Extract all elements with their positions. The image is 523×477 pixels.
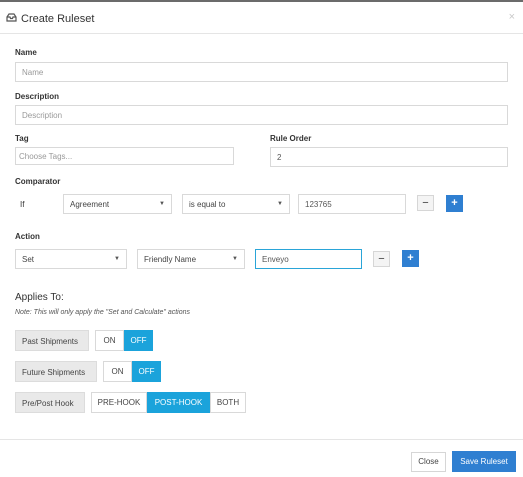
past-shipments-label: Past Shipments bbox=[15, 330, 89, 351]
minus-icon: − bbox=[422, 197, 429, 209]
chevron-down-icon: ▼ bbox=[232, 256, 238, 262]
past-shipments-on-toggle[interactable]: ON bbox=[95, 330, 124, 351]
modal-title: Create Ruleset bbox=[21, 13, 95, 25]
remove-action-button[interactable]: − bbox=[373, 251, 390, 267]
pre-hook-toggle[interactable]: PRE-HOOK bbox=[91, 392, 147, 413]
description-input[interactable] bbox=[15, 105, 508, 125]
past-shipments-off-toggle[interactable]: OFF bbox=[124, 330, 153, 351]
applies-note: Note: This will only apply the "Set and … bbox=[15, 309, 191, 316]
name-input[interactable] bbox=[15, 62, 508, 82]
close-button[interactable]: Close bbox=[411, 452, 446, 472]
rule-order-input[interactable] bbox=[270, 147, 508, 167]
minus-icon: − bbox=[378, 253, 385, 265]
action-label: Action bbox=[15, 232, 40, 241]
name-label: Name bbox=[15, 48, 37, 57]
comparator-if-label: If bbox=[20, 200, 25, 209]
chevron-down-icon: ▼ bbox=[277, 201, 283, 207]
inbox-tray-icon bbox=[6, 13, 17, 22]
comparator-field-select[interactable]: Agreement ▼ bbox=[63, 194, 172, 214]
tag-label: Tag bbox=[15, 134, 29, 143]
future-shipments-label: Future Shipments bbox=[15, 361, 97, 382]
comparator-operator-value: is equal to bbox=[189, 200, 226, 209]
modal-header: Create Ruleset × bbox=[0, 4, 523, 34]
chevron-down-icon: ▼ bbox=[114, 256, 120, 262]
add-action-button[interactable]: + bbox=[402, 250, 419, 267]
save-ruleset-button[interactable]: Save Ruleset bbox=[452, 451, 516, 472]
comparator-label: Comparator bbox=[15, 177, 61, 186]
both-hook-toggle[interactable]: BOTH bbox=[210, 392, 246, 413]
tag-input[interactable] bbox=[15, 147, 234, 165]
future-shipments-off-toggle[interactable]: OFF bbox=[132, 361, 161, 382]
close-icon[interactable]: × bbox=[509, 11, 515, 23]
post-hook-toggle[interactable]: POST-HOOK bbox=[147, 392, 210, 413]
hook-label: Pre/Post Hook bbox=[15, 392, 85, 413]
plus-icon: + bbox=[407, 252, 414, 264]
action-type-value: Set bbox=[22, 255, 35, 264]
action-field-select[interactable]: Friendly Name ▼ bbox=[137, 249, 245, 269]
applies-to-title: Applies To: bbox=[15, 292, 64, 303]
comparator-field-value: Agreement bbox=[70, 200, 110, 209]
action-value-input[interactable] bbox=[255, 249, 362, 269]
rule-order-label: Rule Order bbox=[270, 134, 312, 143]
action-type-select[interactable]: Set ▼ bbox=[15, 249, 127, 269]
description-label: Description bbox=[15, 92, 60, 101]
future-shipments-on-toggle[interactable]: ON bbox=[103, 361, 132, 382]
chevron-down-icon: ▼ bbox=[159, 201, 165, 207]
remove-comparator-button[interactable]: − bbox=[417, 195, 434, 211]
comparator-value-input[interactable] bbox=[298, 194, 406, 214]
add-comparator-button[interactable]: + bbox=[446, 195, 463, 212]
create-ruleset-modal: Create Ruleset × Name Description Tag Ru… bbox=[0, 0, 523, 477]
plus-icon: + bbox=[451, 197, 458, 209]
action-field-value: Friendly Name bbox=[144, 255, 197, 264]
comparator-operator-select[interactable]: is equal to ▼ bbox=[182, 194, 290, 214]
